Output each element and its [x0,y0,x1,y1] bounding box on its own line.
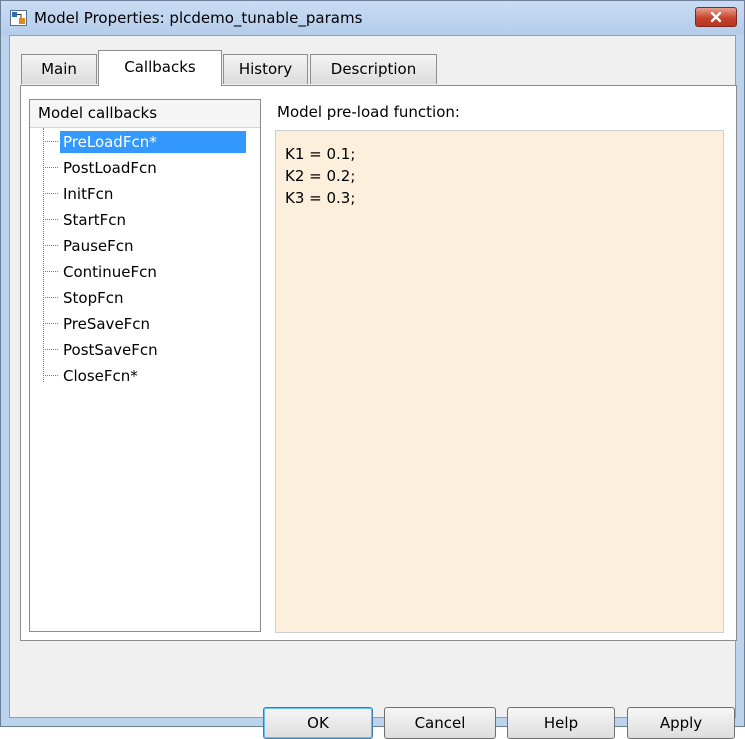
code-line: K1 = 0.1; [285,145,356,163]
function-code-editor[interactable]: K1 = 0.1; K2 = 0.2; K3 = 0.3; [275,130,724,633]
tree-connector [43,245,58,246]
callback-item-label: ContinueFcn [63,263,157,281]
callback-item-label: InitFcn [63,185,114,203]
callback-item-label: StopFcn [63,289,124,307]
tab-description-label: Description [330,60,417,78]
tree-connector [43,193,58,194]
tree-connector [43,141,58,142]
callback-item-label: PauseFcn [63,237,134,255]
help-button[interactable]: Help [507,707,615,739]
callback-item-label: CloseFcn* [63,367,138,385]
list-header: Model callbacks [30,100,260,128]
tree-connector [43,271,58,272]
close-button[interactable] [695,7,737,27]
model-callbacks-list[interactable]: Model callbacks PreLoadFcn* PostLoadFcn … [29,99,261,632]
cancel-button[interactable]: Cancel [384,707,496,739]
tree-connector [43,219,58,220]
tab-main-label: Main [41,60,77,78]
window-title: Model Properties: plcdemo_tunable_params [34,9,363,27]
tab-main[interactable]: Main [21,54,97,84]
tree-connector [43,349,58,350]
tab-callbacks-label: Callbacks [124,58,196,76]
list-header-label: Model callbacks [38,104,158,122]
title-bar[interactable]: Model Properties: plcdemo_tunable_params [1,1,744,35]
tree-connector [43,323,58,324]
close-icon [710,11,722,23]
tree-connector [43,375,58,376]
apply-button[interactable]: Apply [627,707,735,739]
ok-button[interactable]: OK [263,707,373,739]
code-line: K3 = 0.3; [285,189,356,207]
code-line: K2 = 0.2; [285,167,356,185]
tab-callbacks[interactable]: Callbacks [98,50,222,86]
tree-connector [43,297,58,298]
callback-item-label: PostLoadFcn [63,159,157,177]
tab-history[interactable]: History [223,54,308,84]
tree-connector [43,167,58,168]
tab-description[interactable]: Description [310,54,437,84]
tab-history-label: History [238,60,293,78]
function-editor-label: Model pre-load function: [277,103,460,121]
callback-item-label: StartFcn [63,211,127,229]
callback-item-label: PostSaveFcn [63,341,158,359]
callback-item-label: PreLoadFcn* [60,131,246,153]
callback-item-label: PreSaveFcn [63,315,151,333]
simulink-model-icon [10,10,27,26]
